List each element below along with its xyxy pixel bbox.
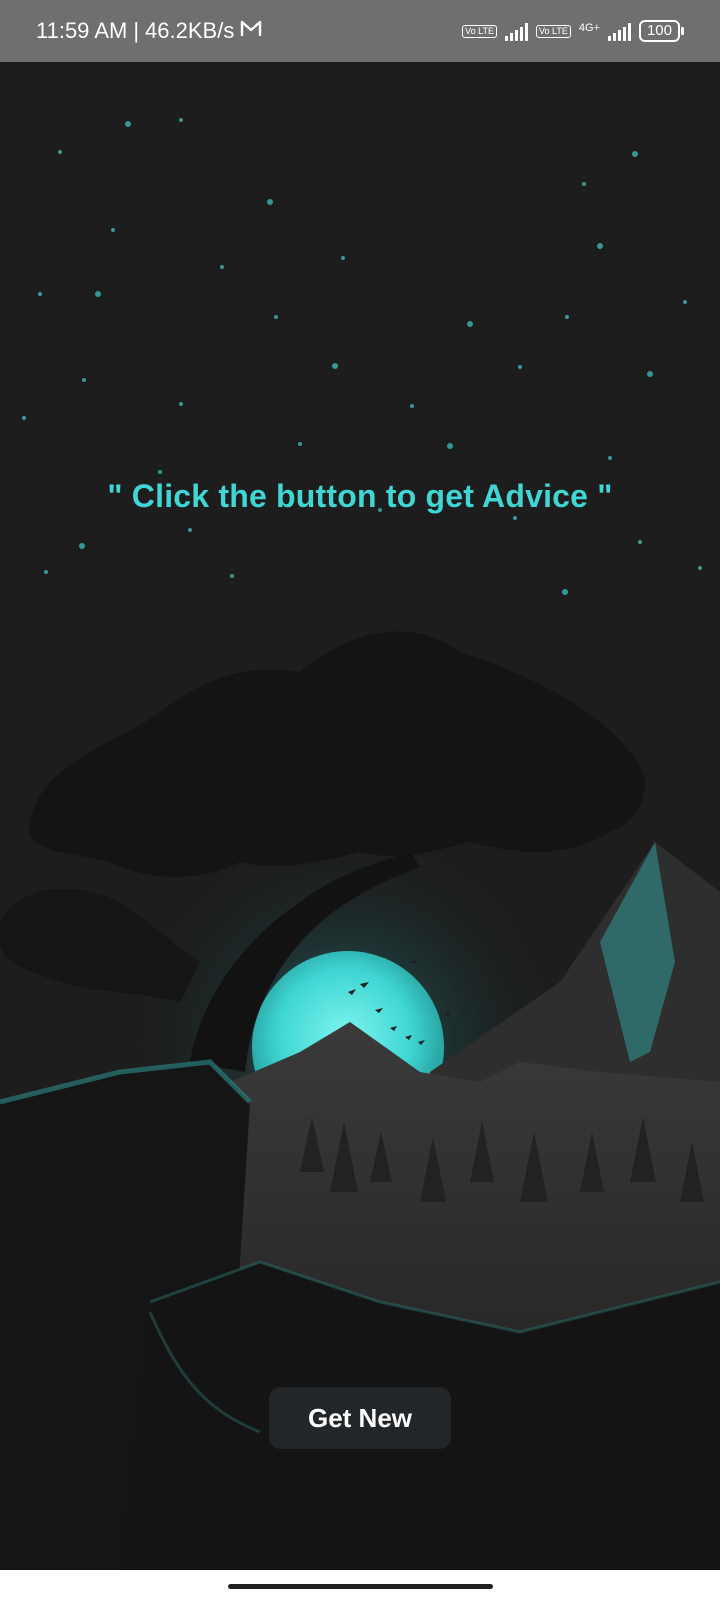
battery-icon: 100: [638, 20, 685, 42]
status-left: 11:59 AM | 46.2KB/s: [36, 18, 262, 44]
status-separator: |: [133, 18, 140, 43]
volte-icon-2: Vo LTE: [536, 24, 571, 38]
volte-icon: Vo LTE: [462, 24, 497, 38]
clock: 11:59 AM: [36, 18, 128, 43]
navigation-bar: [0, 1570, 720, 1600]
status-right: Vo LTE Vo LTE 4G+ 100: [462, 20, 685, 42]
home-indicator[interactable]: [228, 1584, 493, 1589]
gmail-icon: [240, 18, 262, 44]
network-type: 4G+: [578, 22, 600, 34]
status-bar: 11:59 AM | 46.2KB/s Vo LTE Vo LTE 4G+ 10…: [0, 0, 720, 62]
network-speed: 46.2KB/s: [145, 18, 235, 43]
signal-icon-2: [607, 21, 631, 41]
signal-icon: [505, 21, 528, 41]
background-illustration: [0, 62, 720, 1570]
advice-text: " Click the button to get Advice ": [107, 478, 613, 514]
get-new-button[interactable]: Get New: [269, 1387, 451, 1449]
